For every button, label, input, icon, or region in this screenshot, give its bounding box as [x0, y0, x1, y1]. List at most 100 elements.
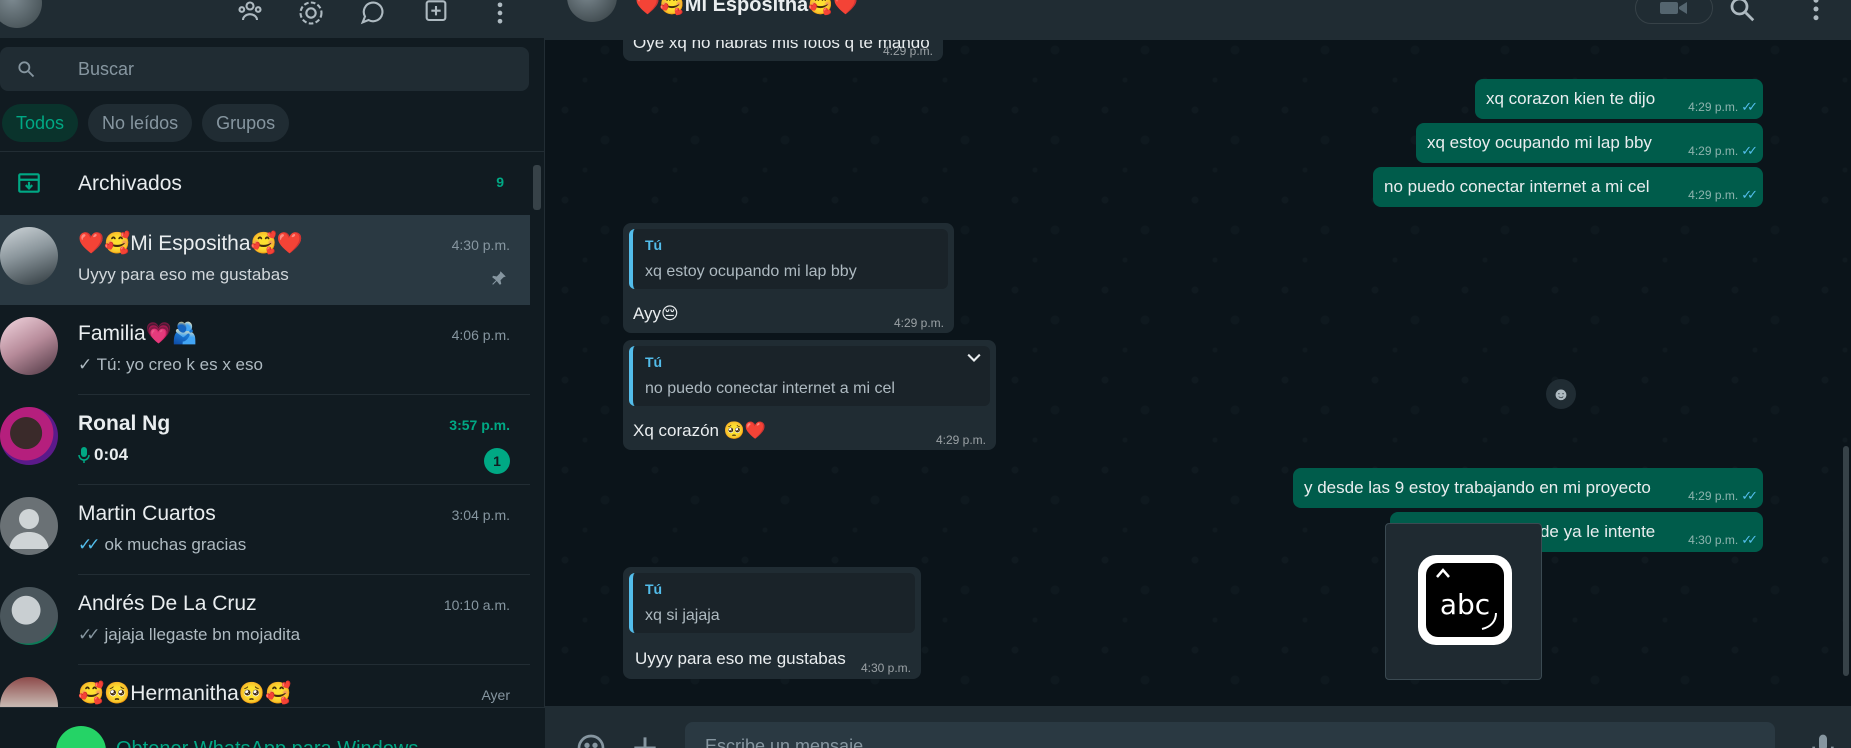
message-incoming-reply[interactable]: Tú no puedo conectar internet a mi cel X…	[623, 340, 996, 450]
chat-time: 4:30 p.m.	[451, 237, 510, 253]
unread-badge: 1	[484, 448, 510, 474]
chat-item[interactable]: Familia💗🫂 4:06 p.m. ✓ Tú: yo creo k es x…	[0, 305, 530, 395]
search-box[interactable]: Buscar	[0, 47, 529, 91]
profile-avatar[interactable]	[0, 0, 42, 28]
sidebar-scrollbar[interactable]	[533, 165, 541, 210]
get-app-banner[interactable]: Obtener WhatsApp para Windows	[0, 707, 545, 748]
message-text: xq estoy ocupando mi lap bby	[1427, 133, 1652, 152]
chat-name: Martin Cuartos	[78, 502, 216, 525]
filter-no-leidos[interactable]: No leídos	[88, 104, 193, 142]
read-ticks-icon: ✓✓	[1741, 488, 1758, 503]
conversation-header[interactable]: ❤️🥰Mi Espositha🥰❤️	[545, 0, 1851, 40]
quote-text: xq si jajaja	[645, 607, 720, 624]
chat-name: ❤️🥰Mi Espositha🥰❤️	[78, 232, 303, 255]
get-app-link[interactable]: Obtener WhatsApp para Windows	[116, 738, 418, 748]
emoji-icon[interactable]	[575, 732, 607, 748]
chat-preview: ✓ Tú: yo creo k es x eso	[78, 355, 263, 374]
chat-time: Ayer	[481, 687, 510, 703]
quoted-message[interactable]: Tú xq si jajaja	[629, 573, 915, 633]
menu-icon[interactable]	[484, 0, 516, 26]
message-composer: Escribe un mensaje	[545, 706, 1851, 748]
search-placeholder: Buscar	[78, 59, 135, 79]
message-meta: 4:29 p.m. ✓✓	[1688, 488, 1758, 503]
avatar	[0, 317, 58, 375]
chat-item[interactable]: Ronal Ng 3:57 p.m. 0:04 1	[0, 395, 530, 485]
new-chat-icon[interactable]	[420, 0, 452, 26]
archived-row[interactable]: Archivados 9	[0, 162, 530, 204]
quoted-message[interactable]: Tú xq estoy ocupando mi lap bby	[629, 229, 948, 289]
voice-duration: 0:04	[94, 445, 129, 464]
sidebar-header	[0, 0, 545, 38]
chat-item[interactable]: Andrés De La Cruz 10:10 a.m. ✓✓ jajaja l…	[0, 575, 530, 665]
search-icon[interactable]	[1727, 0, 1757, 24]
conversation-panel: Oye xq no habrás mis fotos q te mando 4:…	[545, 0, 1851, 748]
pin-icon	[490, 269, 508, 287]
message-incoming-reply[interactable]: Tú xq estoy ocupando mi lap bby Ayy😔 4:2…	[623, 223, 954, 333]
message-text: Uyyy para eso me gustabas	[635, 649, 846, 668]
chat-time: 3:57 p.m.	[449, 417, 510, 433]
video-call-button[interactable]	[1635, 0, 1713, 24]
message-meta: 4:29 p.m. ✓✓	[1688, 143, 1758, 158]
avatar	[0, 587, 58, 645]
chat-preview: Uyyy para eso me gustabas	[78, 265, 289, 284]
video-camera-icon	[1660, 2, 1687, 14]
divider	[0, 151, 545, 152]
quote-text: no puedo conectar internet a mi cel	[645, 380, 895, 397]
message-outgoing[interactable]: no puedo conectar internet a mi cel 4:29…	[1373, 167, 1763, 207]
quoted-message[interactable]: Tú no puedo conectar internet a mi cel	[629, 346, 990, 406]
caret-up-icon	[1436, 568, 1450, 578]
chat-item[interactable]: ❤️🥰Mi Espositha🥰❤️ 4:30 p.m. Uyyy para e…	[0, 215, 530, 305]
quote-author: Tú	[645, 237, 663, 253]
chevron-down-icon[interactable]	[964, 348, 984, 368]
status-icon[interactable]	[295, 0, 327, 26]
attach-plus-icon[interactable]	[629, 732, 661, 748]
conversation-scrollbar[interactable]	[1843, 446, 1849, 676]
chat-time: 3:04 p.m.	[451, 507, 510, 523]
message-time: 4:30 p.m.	[860, 661, 911, 675]
message-time: 4:29 p.m.	[935, 433, 986, 447]
quote-author: Tú	[645, 354, 663, 370]
contact-avatar[interactable]	[567, 0, 617, 22]
message-placeholder: Escribe un mensaje	[705, 736, 864, 748]
message-input[interactable]: Escribe un mensaje	[685, 722, 1775, 748]
cursor-icon	[1481, 612, 1497, 630]
message-time: 4:29 p.m.	[893, 316, 944, 330]
whatsapp-logo-icon	[56, 726, 106, 748]
message-incoming-reply[interactable]: Tú xq si jajaja Uyyy para eso me gustaba…	[623, 567, 921, 679]
archived-count: 9	[496, 174, 504, 190]
filter-chips: Todos No leídos Grupos	[2, 104, 290, 142]
message-text: Xq corazón 🥺❤️	[633, 421, 767, 440]
channels-icon[interactable]	[356, 0, 388, 26]
message-outgoing[interactable]: y desde las 9 estoy trabajando en mi pro…	[1293, 468, 1763, 508]
read-ticks-icon: ✓✓	[1741, 99, 1758, 114]
chat-sidebar: Buscar Todos No leídos Grupos Archivados…	[0, 0, 545, 748]
communities-icon[interactable]	[234, 0, 266, 26]
text-input-overlay[interactable]: abc	[1385, 523, 1542, 680]
message-outgoing[interactable]: xq estoy ocupando mi lap bby 4:29 p.m. ✓✓	[1416, 123, 1763, 163]
chat-preview: ✓✓ ok muchas gracias	[78, 535, 247, 554]
read-ticks-icon: ✓✓	[1741, 532, 1758, 547]
chat-time: 10:10 a.m.	[443, 597, 510, 613]
avatar	[0, 227, 58, 285]
message-meta: 4:29 p.m. ✓✓	[1688, 187, 1758, 202]
keyboard-icon: abc	[1418, 555, 1512, 645]
sent-ticks-icon: ✓✓	[78, 625, 100, 644]
chat-item[interactable]: Martin Cuartos 3:04 p.m. ✓✓ ok muchas gr…	[0, 485, 530, 575]
archived-label: Archivados	[78, 172, 182, 195]
quote-text: xq estoy ocupando mi lap bby	[645, 263, 857, 280]
filter-todos[interactable]: Todos	[2, 104, 79, 142]
filter-grupos[interactable]: Grupos	[202, 104, 290, 142]
emoji-reaction-icon[interactable]: ☻	[1546, 379, 1576, 409]
read-ticks-icon: ✓✓	[1741, 187, 1758, 202]
message-text: y desde las 9 estoy trabajando en mi pro…	[1304, 478, 1651, 497]
contact-name[interactable]: ❤️🥰Mi Espositha🥰❤️	[635, 0, 858, 17]
menu-icon[interactable]	[1801, 0, 1831, 24]
message-outgoing[interactable]: xq corazon kien te dijo 4:29 p.m. ✓✓	[1475, 79, 1763, 119]
quote-author: Tú	[645, 581, 663, 597]
read-ticks-icon: ✓✓	[78, 535, 100, 554]
read-ticks-icon: ✓✓	[1741, 143, 1758, 158]
message-meta: 4:30 p.m. ✓✓	[1688, 532, 1758, 547]
chat-name: 🥰🥺Hermanitha🥺🥰	[78, 682, 292, 705]
microphone-icon[interactable]	[1807, 732, 1839, 748]
chat-name: Familia💗🫂	[78, 322, 198, 345]
